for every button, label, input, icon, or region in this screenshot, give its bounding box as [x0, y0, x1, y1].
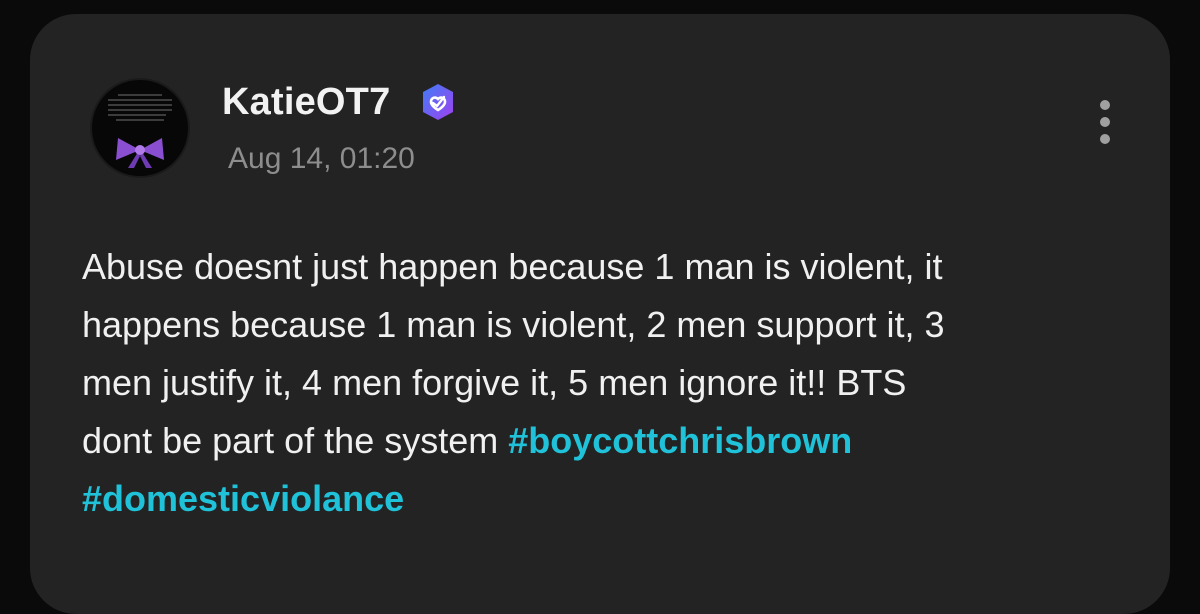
post-body-text: dont be part of the system	[82, 420, 509, 461]
author-username[interactable]: KatieOT7	[222, 80, 390, 124]
post-timestamp: Aug 14, 01:20	[228, 142, 415, 175]
post-body-line: Abuse doesnt just happen because 1 man i…	[82, 246, 943, 287]
more-options-button[interactable]	[1090, 100, 1120, 154]
more-vertical-icon-dot	[1100, 134, 1110, 144]
hashtag-link[interactable]: #domesticviolance	[82, 478, 404, 519]
hashtag-link[interactable]: #boycottchrisbrown	[508, 420, 852, 461]
avatar[interactable]	[92, 80, 188, 176]
avatar-text-pattern	[108, 94, 172, 124]
post-body-line: #domesticviolance	[82, 470, 1122, 528]
post-body-line: dont be part of the system #boycottchris…	[82, 412, 1122, 470]
post-body-line: men justify it, 4 men forgive it, 5 men …	[82, 362, 907, 403]
post-body-line: happens because 1 man is violent, 2 men …	[82, 304, 945, 345]
bow-icon	[116, 138, 164, 168]
post-body: Abuse doesnt just happen because 1 man i…	[82, 238, 1122, 528]
more-vertical-icon	[1100, 100, 1110, 110]
more-vertical-icon-dot	[1100, 117, 1110, 127]
verified-badge-icon	[423, 84, 453, 120]
